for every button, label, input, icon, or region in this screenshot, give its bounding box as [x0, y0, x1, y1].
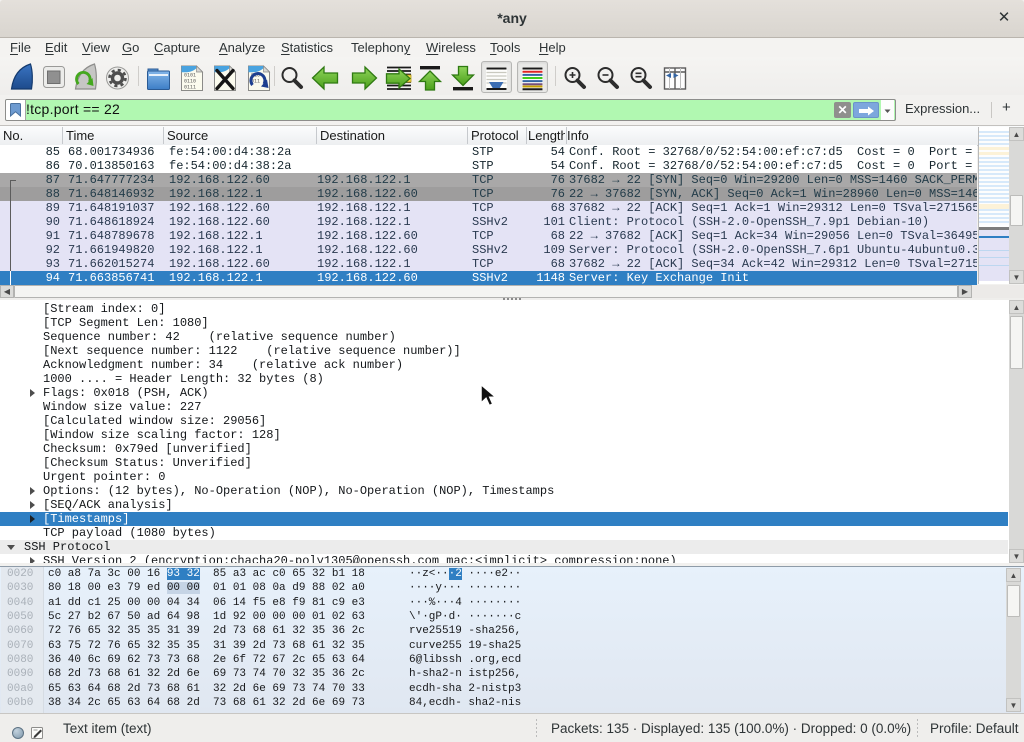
svg-text:0111: 0111 [184, 85, 196, 91]
